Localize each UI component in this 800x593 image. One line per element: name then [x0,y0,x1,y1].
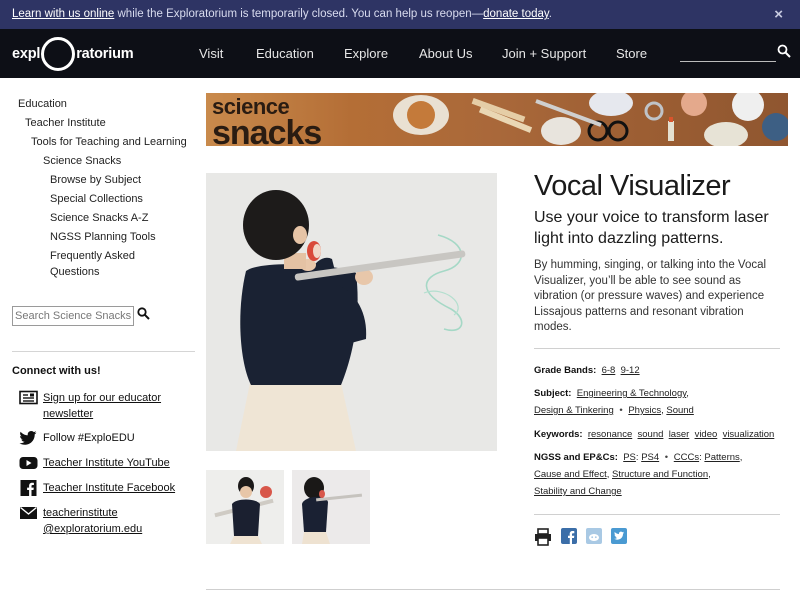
grade-6-8-link[interactable]: 6-8 [602,365,616,376]
nav-explore[interactable]: Explore [344,29,388,78]
keyword-laser-link[interactable]: laser [669,429,690,440]
science-snacks-banner: science snacks [206,93,788,146]
sidebar-item-tools[interactable]: Tools for Teaching and Learning [31,135,187,150]
page-subtitle: Use your voice to transform laser light … [534,209,769,247]
grade-bands: Grade Bands: 6-8 9-12 [534,362,784,379]
ngss-cccs-link[interactable]: CCCs [674,452,699,463]
facebook-icon [20,480,37,496]
nav-about-us[interactable]: About Us [419,29,472,78]
keyword-video-link[interactable]: video [695,429,718,440]
sidebar-item-ngss-tools[interactable]: NGSS Planning Tools [50,230,156,245]
sidebar-item-teacher-institute[interactable]: Teacher Institute [25,116,106,131]
share-divider [534,514,780,515]
ngss-cause-effect-link[interactable]: Cause and Effect [534,469,607,480]
ngss-block: NGSS and EP&Cs: PS: PS4 • CCCs: Patterns… [534,452,743,497]
sidebar-item-faq-line2[interactable]: Questions [50,265,100,280]
close-icon[interactable]: × [774,0,783,29]
exploratorium-logo[interactable]: expl ratorium [12,37,134,71]
print-icon[interactable] [534,528,552,546]
email-icon [20,506,37,519]
announcement-bar: Learn with us online while the Explorato… [0,0,800,29]
nav-education[interactable]: Education [256,29,314,78]
ngss-patterns-link[interactable]: Patterns [704,452,739,463]
subject-label: Subject: [534,388,572,399]
email-link[interactable]: teacherinstitute @exploratorium.edu [43,505,142,537]
banner-craft-supplies-image [393,93,788,146]
sidebar-item-browse-by-subject[interactable]: Browse by Subject [50,173,141,188]
site-search-input[interactable] [680,42,776,62]
ngss-structure-function-link[interactable]: Structure and Function [612,469,708,480]
announcement-text: while the Exploratorium is temporarily c… [114,8,484,20]
twitter-share-icon[interactable] [611,528,627,544]
ngss-stability-change-link[interactable]: Stability and Change [534,486,622,497]
keyword-sound-link[interactable]: sound [638,429,664,440]
announcement-end: . [548,8,552,20]
social-youtube[interactable]: Teacher Institute YouTube [19,455,189,471]
subject-block: Subject: Engineering & Technology, Desig… [534,388,694,416]
search-icon[interactable] [137,307,150,320]
nav-join-support[interactable]: Join + Support [502,29,586,78]
main-photo[interactable] [206,173,497,451]
social-newsletter[interactable]: Sign up for our educator newsletter [19,390,189,422]
ngss-label: NGSS and EP&Cs: [534,452,618,463]
sidebar-item-faq[interactable]: Frequently Asked [50,249,135,264]
logo-text-right: ratorium [76,46,134,62]
thumbnail-back-view-image [292,470,370,544]
search-icon[interactable] [777,44,791,58]
sidebar-divider [12,351,195,352]
social-email[interactable]: teacherinstitute @exploratorium.edu [19,505,189,537]
subject-engineering-link[interactable]: Engineering & Technology [577,388,687,399]
page-title: Vocal Visualizer [534,170,731,202]
ngss-ps4-link[interactable]: PS4 [641,452,659,463]
social-twitter[interactable]: Follow #ExploEDU [19,430,189,446]
logo-text-left: expl [12,46,41,62]
grade-bands-label: Grade Bands: [534,365,597,376]
subject-design-link[interactable]: Design & Tinkering [534,405,614,416]
youtube-icon [19,457,38,469]
thumbnail-2[interactable] [292,470,370,544]
keywords-label: Keywords: [534,429,583,440]
sidebar-item-science-snacks[interactable]: Science Snacks [43,154,121,169]
keywords-block: Keywords: resonance sound laser video vi… [534,426,784,443]
subject-physics-link[interactable]: Physics [628,405,661,416]
newsletter-icon [19,390,38,405]
sidebar-item-education[interactable]: Education [18,97,67,112]
ngss-ps-link[interactable]: PS [623,452,636,463]
keyword-visualization-link[interactable]: visualization [723,429,775,440]
facebook-link[interactable]: Teacher Institute Facebook [43,480,175,496]
sidebar-item-snacks-a-z[interactable]: Science Snacks A-Z [50,211,148,226]
connect-heading: Connect with us! [12,365,101,377]
social-facebook[interactable]: Teacher Institute Facebook [19,480,189,496]
nav-visit[interactable]: Visit [199,29,223,78]
main-nav: expl ratorium Visit Education Explore Abo… [0,29,800,78]
keyword-resonance-link[interactable]: resonance [588,429,632,440]
donate-link[interactable]: donate today [483,8,549,20]
content-divider [534,348,780,349]
twitter-icon [19,431,37,445]
science-snacks-search-input[interactable] [12,306,134,326]
thumbnail-1[interactable] [206,470,284,544]
logo-ring-icon [41,37,76,71]
footer-divider [206,589,780,590]
thumbnail-front-view-image [206,470,284,544]
newsletter-link[interactable]: Sign up for our educator newsletter [43,390,161,422]
twitter-follow-text[interactable]: Follow #ExploEDU [43,430,135,446]
sidebar-item-special-collections[interactable]: Special Collections [50,192,143,207]
nav-store[interactable]: Store [616,29,647,78]
facebook-share-icon[interactable] [561,528,577,544]
learn-online-link[interactable]: Learn with us online [12,8,114,20]
subject-sound-link[interactable]: Sound [666,405,693,416]
youtube-link[interactable]: Teacher Institute YouTube [43,455,170,471]
person-playing-vocal-visualizer-image [206,173,497,451]
snack-description: By humming, singing, or talking into the… [534,259,767,334]
grade-9-12-link[interactable]: 9-12 [621,365,640,376]
reddit-share-icon[interactable] [586,528,602,544]
